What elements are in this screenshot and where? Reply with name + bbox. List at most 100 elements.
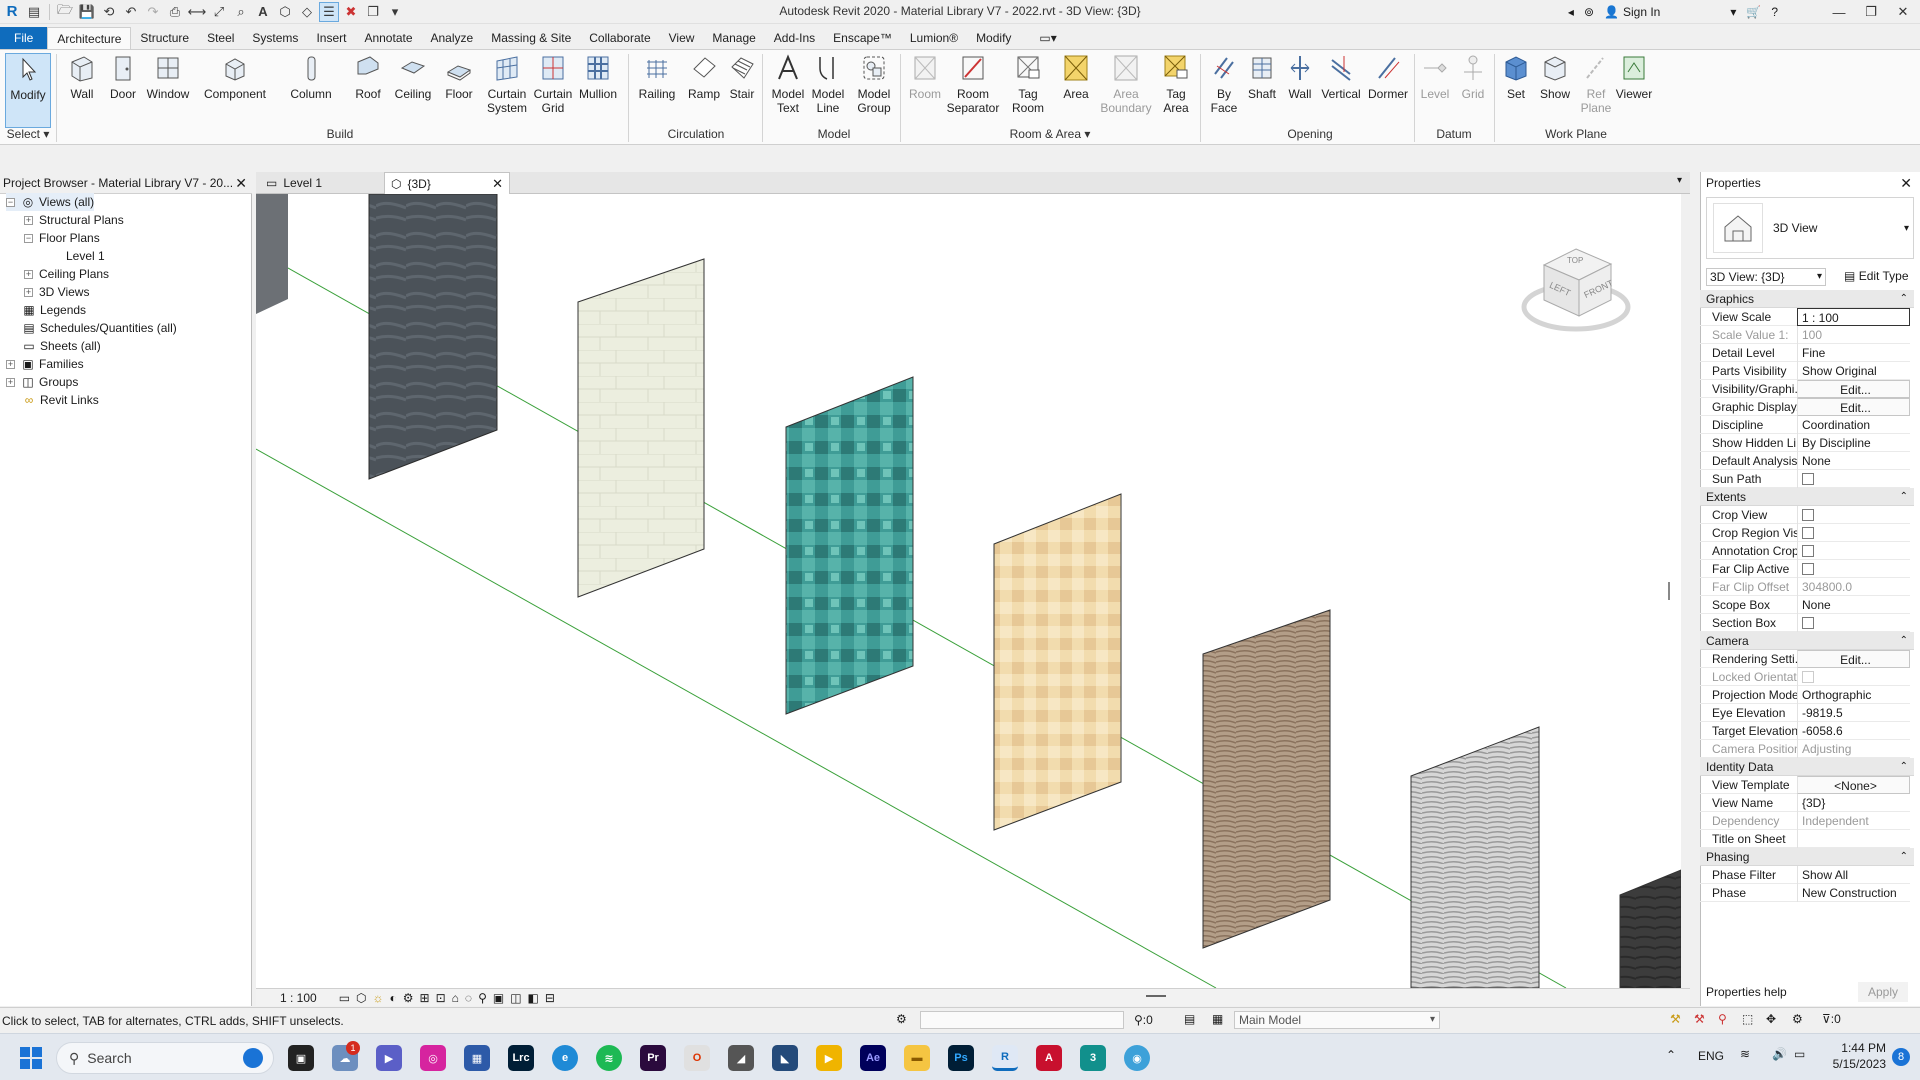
open-icon[interactable]: ▤ — [24, 2, 44, 22]
property-value[interactable]: Show All — [1797, 865, 1910, 884]
type-selector[interactable]: 3D View ▾ — [1706, 197, 1914, 259]
level-button[interactable]: Level — [1418, 53, 1452, 101]
close-icon[interactable]: ✕ — [492, 176, 503, 192]
sign-in-button[interactable]: Sign In — [1623, 5, 1660, 19]
tab-add-ins[interactable]: Add-Ins — [765, 27, 824, 49]
curtain-system-button[interactable]: Curtain System — [484, 53, 530, 115]
property-value[interactable]: Fine — [1797, 343, 1910, 362]
roof-button[interactable]: Roof — [352, 53, 384, 101]
model-text-button[interactable]: Model Text — [768, 53, 808, 115]
collapse-icon[interactable]: ⌃ — [1900, 851, 1908, 862]
after-effects-icon[interactable]: Ae — [860, 1045, 886, 1071]
back-icon[interactable]: ◂ — [1568, 5, 1574, 19]
workset-dropdown[interactable] — [920, 1011, 1124, 1029]
clock[interactable]: 1:44 PM 5/15/2023 — [1820, 1040, 1886, 1072]
3d-viewport[interactable]: TOP LEFT FRONT — [256, 194, 1681, 988]
3dsmax-icon[interactable]: 3 — [1080, 1045, 1106, 1071]
design-options-icon[interactable]: ▦ — [1212, 1012, 1223, 1026]
property-value[interactable]: 1 : 100 — [1797, 307, 1910, 326]
select-links-icon[interactable]: ⚒ — [1670, 1012, 1681, 1026]
tree-item-structural-plans[interactable]: + Structural Plans — [24, 211, 124, 229]
door-button[interactable]: Door — [106, 53, 140, 101]
room-separator-button[interactable]: Room Separator — [944, 53, 1002, 115]
property-checkbox[interactable] — [1802, 508, 1814, 521]
instance-selector[interactable]: 3D View: {3D} ▾ — [1706, 268, 1826, 286]
section-icon[interactable]: ◇ — [297, 2, 317, 22]
ramp-button[interactable]: Ramp — [686, 53, 722, 101]
select-underlay-icon[interactable]: ⚒ — [1694, 1012, 1705, 1026]
property-value[interactable]: Coordination — [1797, 415, 1910, 434]
property-checkbox[interactable] — [1802, 616, 1814, 629]
background-process-icon[interactable]: ⚙ — [1792, 1012, 1803, 1026]
photoshop-icon[interactable]: Ps — [948, 1045, 974, 1071]
property-edit-button[interactable]: <None> — [1797, 775, 1910, 794]
viewer-button[interactable]: Viewer — [1614, 53, 1654, 101]
taskbar-search[interactable]: ⚲ Search — [56, 1042, 274, 1074]
show-button[interactable]: Show — [1536, 53, 1574, 101]
collapse-icon[interactable]: ⌃ — [1900, 491, 1908, 502]
dimension-icon[interactable]: ⤢ — [209, 2, 229, 22]
property-edit-button[interactable]: Edit... — [1797, 379, 1910, 398]
tab-structure[interactable]: Structure — [131, 27, 198, 49]
detail-level-icon[interactable]: ▭ — [339, 991, 350, 1005]
cart-icon[interactable]: 🛒 — [1746, 5, 1761, 19]
modify-button[interactable]: Modify — [5, 53, 51, 128]
property-value[interactable]: {3D} — [1797, 793, 1910, 812]
dormer-button[interactable]: Dormer — [1366, 53, 1410, 101]
text-icon[interactable]: A — [253, 2, 273, 22]
lightroom-icon[interactable]: Lrc — [508, 1045, 534, 1071]
shaft-button[interactable]: Shaft — [1244, 53, 1280, 101]
model-group-button[interactable]: Model Group — [852, 53, 896, 115]
restore-button[interactable]: ❐ — [1860, 4, 1882, 20]
visual-style-icon[interactable]: ⬡ — [356, 991, 366, 1005]
floor-button[interactable]: Floor — [442, 53, 476, 101]
railing-button[interactable]: Railing — [636, 53, 678, 101]
property-checkbox[interactable] — [1802, 562, 1814, 575]
tree-item-families[interactable]: + ▣ Families — [6, 355, 84, 373]
expand-icon[interactable]: + — [24, 215, 33, 225]
chevron-down-icon[interactable]: ▾ — [1904, 223, 1909, 234]
filter-icon[interactable]: ⊽:0 — [1822, 1012, 1841, 1026]
wall-opening-button[interactable]: Wall — [1284, 53, 1316, 101]
notification-badge[interactable]: 8 — [1892, 1048, 1910, 1066]
tree-item-3d-views[interactable]: + 3D Views — [24, 283, 89, 301]
property-edit-button[interactable]: Edit... — [1797, 649, 1910, 668]
chart-app-icon[interactable]: ▦ — [464, 1045, 490, 1071]
help-icon[interactable]: ? — [1771, 5, 1778, 19]
curtain-grid-button[interactable]: Curtain Grid — [532, 53, 574, 115]
tree-item-ceiling-plans[interactable]: + Ceiling Plans — [24, 265, 109, 283]
horizontal-scrollbar[interactable] — [1146, 995, 1166, 997]
measure-icon[interactable]: ⟷ — [187, 2, 207, 22]
material-panel-grey[interactable] — [256, 194, 288, 314]
collapse-icon[interactable]: ⌃ — [1900, 635, 1908, 646]
edge-icon[interactable]: e — [552, 1045, 578, 1071]
properties-help-link[interactable]: Properties help — [1706, 985, 1787, 999]
property-checkbox[interactable] — [1802, 472, 1814, 485]
column-button[interactable]: Column — [288, 53, 334, 101]
worksharing-icon[interactable]: ▣ — [493, 991, 504, 1005]
splitter-handle[interactable] — [1668, 582, 1670, 600]
sketchup-icon[interactable]: ◢ — [728, 1045, 754, 1071]
revit-logo-icon[interactable]: R — [2, 2, 22, 22]
material-panel-slate[interactable] — [368, 194, 498, 480]
expand-icon[interactable]: + — [24, 287, 33, 297]
expand-icon[interactable]: + — [6, 377, 15, 387]
property-edit-button[interactable]: Edit... — [1797, 397, 1910, 416]
collapse-icon[interactable]: ⌃ — [1900, 293, 1908, 304]
chevron-down-icon[interactable]: ▾ — [1730, 5, 1736, 19]
language-indicator[interactable]: ENG — [1698, 1049, 1724, 1063]
expand-icon[interactable]: + — [24, 269, 33, 279]
opera-icon[interactable]: O — [684, 1045, 710, 1071]
worksets-icon[interactable]: ⚙ — [896, 1012, 907, 1026]
tab-steel[interactable]: Steel — [198, 27, 243, 49]
reveal-hidden-icon[interactable]: ⚲ — [478, 991, 487, 1005]
tree-item-groups[interactable]: + ◫ Groups — [6, 373, 78, 391]
collapse-icon[interactable]: − — [6, 197, 15, 207]
by-face-button[interactable]: By Face — [1208, 53, 1240, 115]
minimize-button[interactable]: — — [1828, 5, 1850, 20]
property-value[interactable]: None — [1797, 595, 1910, 614]
tab-lumion[interactable]: Lumion® — [901, 27, 967, 49]
3d-scene[interactable] — [256, 194, 1681, 988]
close-hidden-icon[interactable]: ✖ — [341, 2, 361, 22]
property-value[interactable]: Show Original — [1797, 361, 1910, 380]
